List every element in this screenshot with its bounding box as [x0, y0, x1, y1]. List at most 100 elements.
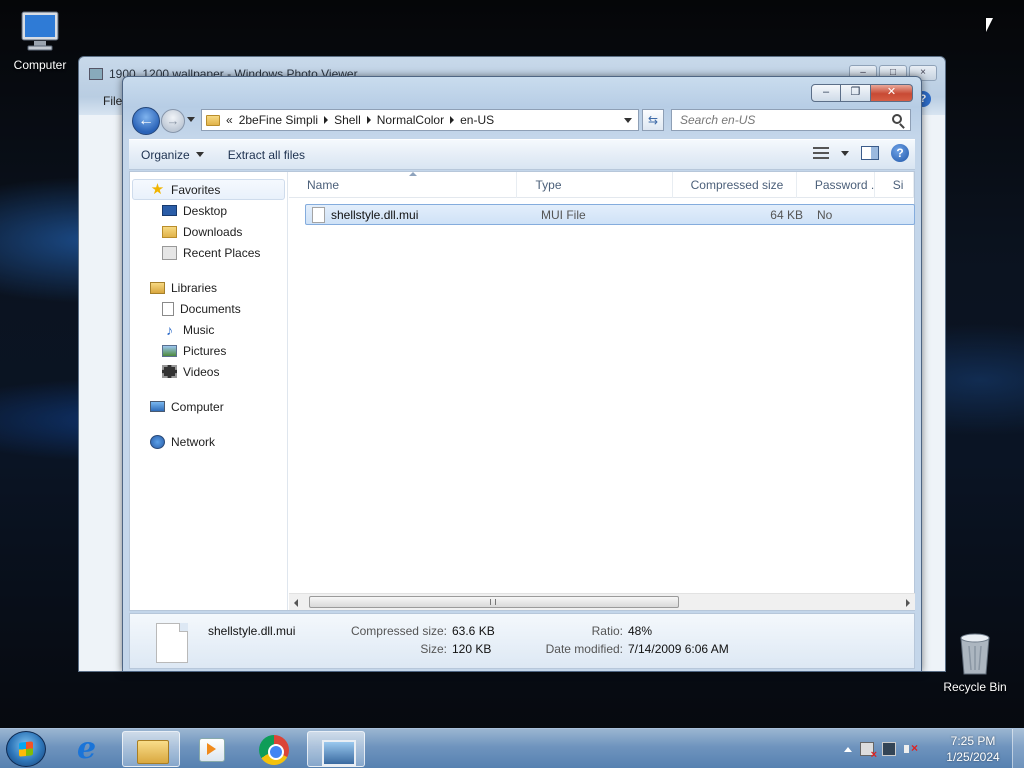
- breadcrumb-item-2[interactable]: Shell: [334, 113, 361, 127]
- sidebar-item-favorites[interactable]: ★ Favorites: [132, 179, 285, 200]
- media-player-icon[interactable]: [183, 731, 241, 767]
- compressed-size-value: 63.6 KB: [452, 624, 495, 638]
- taskbar-clock[interactable]: 7:25 PM 1/25/2024: [940, 733, 1006, 765]
- sidebar-item-computer[interactable]: Computer: [130, 396, 287, 417]
- desktop-computer-shortcut[interactable]: Computer: [4, 10, 76, 72]
- chrome-icon[interactable]: [244, 731, 302, 767]
- breadcrumb-separator-icon[interactable]: [450, 116, 455, 124]
- breadcrumb-separator-icon[interactable]: [324, 116, 329, 124]
- file-password: No: [817, 207, 833, 222]
- close-button[interactable]: ✕: [871, 84, 913, 102]
- column-header-name[interactable]: Name: [289, 172, 518, 198]
- navigation-pane: ★ Favorites Desktop Downloads Recent Pla…: [130, 172, 288, 610]
- music-icon: ♪: [166, 321, 173, 338]
- sidebar-item-label: Videos: [183, 364, 220, 379]
- clock-date: 1/25/2024: [946, 750, 1000, 764]
- ratio-value: 48%: [628, 624, 653, 638]
- network-status-icon[interactable]: [882, 742, 896, 756]
- sidebar-item-label: Music: [183, 322, 215, 337]
- network-icon: [150, 434, 165, 449]
- taskbar: 7:25 PM 1/25/2024: [0, 728, 1024, 768]
- search-input[interactable]: [680, 110, 880, 130]
- sidebar-item-videos[interactable]: Videos: [130, 361, 287, 382]
- view-options-chevron-icon[interactable]: [841, 150, 849, 156]
- breadcrumb-separator-icon[interactable]: [366, 116, 371, 124]
- file-explorer-taskbar-icon[interactable]: [122, 731, 180, 767]
- folder-icon: [206, 114, 220, 126]
- sidebar-item-network[interactable]: Network: [130, 431, 287, 452]
- sidebar-item-downloads[interactable]: Downloads: [130, 221, 287, 242]
- table-row[interactable]: shellstyle.dll.mui MUI File 64 KB No: [305, 204, 915, 225]
- column-header-compressed-size[interactable]: Compressed size: [673, 172, 797, 198]
- recycle-bin-icon: [960, 633, 990, 675]
- extract-all-label: Extract all files: [227, 147, 306, 162]
- nav-group-libraries: Libraries Documents ♪ Music Pictures Vid…: [130, 277, 287, 382]
- compressed-size-label: Compressed size:: [350, 624, 447, 638]
- recent-pages-chevron-icon[interactable]: [187, 117, 195, 122]
- view-controls: ?: [813, 144, 909, 162]
- action-center-flag-icon[interactable]: [860, 742, 877, 761]
- address-dropdown-icon[interactable]: [624, 118, 632, 123]
- sidebar-item-documents[interactable]: Documents: [130, 298, 287, 319]
- file-list: Name Type Compressed size Password ... S…: [289, 172, 915, 610]
- photo-viewer-taskbar-icon[interactable]: [307, 731, 365, 767]
- photo-viewer-app-icon: [89, 68, 103, 80]
- file-icon: [312, 206, 325, 223]
- maximize-button[interactable]: ❐: [841, 84, 871, 102]
- breadcrumb-item-4[interactable]: en-US: [460, 113, 494, 127]
- explorer-window[interactable]: – ❐ ✕ ← → « 2beFine Simpli Shell NormalC…: [122, 76, 922, 672]
- command-bar: Organize Extract all files ?: [129, 139, 915, 170]
- mouse-cursor-icon: [986, 18, 993, 32]
- breadcrumb-overflow[interactable]: «: [226, 113, 233, 127]
- file-type: MUI File: [541, 207, 586, 222]
- refresh-button[interactable]: ⇆: [642, 109, 664, 131]
- sidebar-item-label: Computer: [171, 399, 224, 414]
- libraries-icon: [150, 281, 165, 294]
- volume-muted-icon[interactable]: [904, 741, 918, 756]
- organize-button[interactable]: Organize: [129, 143, 216, 167]
- internet-explorer-icon[interactable]: [63, 731, 121, 767]
- search-icon[interactable]: [892, 114, 902, 124]
- breadcrumb-item-1[interactable]: 2beFine Simpli: [239, 113, 318, 127]
- change-view-icon[interactable]: [813, 147, 829, 159]
- forward-button[interactable]: →: [161, 109, 185, 133]
- column-header-size[interactable]: Si: [875, 172, 914, 198]
- sidebar-item-recent-places[interactable]: Recent Places: [130, 242, 287, 263]
- search-box[interactable]: [671, 109, 911, 131]
- back-button[interactable]: ←: [132, 107, 160, 135]
- scroll-right-icon[interactable]: [906, 599, 910, 607]
- sidebar-item-label: Documents: [180, 301, 241, 316]
- desktop-recycle-bin[interactable]: Recycle Bin: [939, 630, 1011, 694]
- scroll-left-icon[interactable]: [294, 599, 298, 607]
- show-hidden-icons-chevron-icon[interactable]: [844, 746, 852, 752]
- sidebar-item-desktop[interactable]: Desktop: [130, 200, 287, 221]
- sidebar-item-music[interactable]: ♪ Music: [130, 319, 287, 340]
- photo-viewer-file-menu[interactable]: File: [79, 89, 123, 113]
- horizontal-scrollbar[interactable]: [289, 593, 915, 610]
- column-header-type[interactable]: Type: [517, 172, 673, 198]
- date-modified-value: 7/14/2009 6:06 AM: [628, 642, 729, 656]
- size-value: 120 KB: [452, 642, 492, 656]
- grip-icon: [490, 599, 496, 605]
- help-icon[interactable]: ?: [891, 144, 909, 162]
- scrollbar-thumb[interactable]: [309, 596, 679, 608]
- file-compressed-size: 64 KB: [770, 207, 803, 222]
- desktop-computer-label: Computer: [13, 58, 67, 72]
- sidebar-item-libraries[interactable]: Libraries: [130, 277, 287, 298]
- nav-group-favorites: ★ Favorites Desktop Downloads Recent Pla…: [130, 179, 287, 263]
- recent-places-icon: [162, 245, 177, 260]
- minimize-button[interactable]: –: [811, 84, 841, 102]
- start-button[interactable]: [6, 731, 46, 767]
- extract-all-button[interactable]: Extract all files: [216, 143, 317, 167]
- size-label: Size:: [420, 642, 447, 656]
- sidebar-item-pictures[interactable]: Pictures: [130, 340, 287, 361]
- preview-pane-icon[interactable]: [861, 146, 879, 160]
- address-bar[interactable]: « 2beFine Simpli Shell NormalColor en-US: [201, 109, 639, 131]
- breadcrumb-item-3[interactable]: NormalColor: [377, 113, 444, 127]
- show-desktop-button[interactable]: [1012, 729, 1024, 768]
- nav-group-computer: Computer: [130, 396, 287, 417]
- file-name: shellstyle.dll.mui: [331, 207, 419, 222]
- sidebar-item-label: Favorites: [171, 182, 221, 197]
- sort-ascending-icon: [409, 172, 417, 176]
- column-header-password[interactable]: Password ...: [797, 172, 875, 198]
